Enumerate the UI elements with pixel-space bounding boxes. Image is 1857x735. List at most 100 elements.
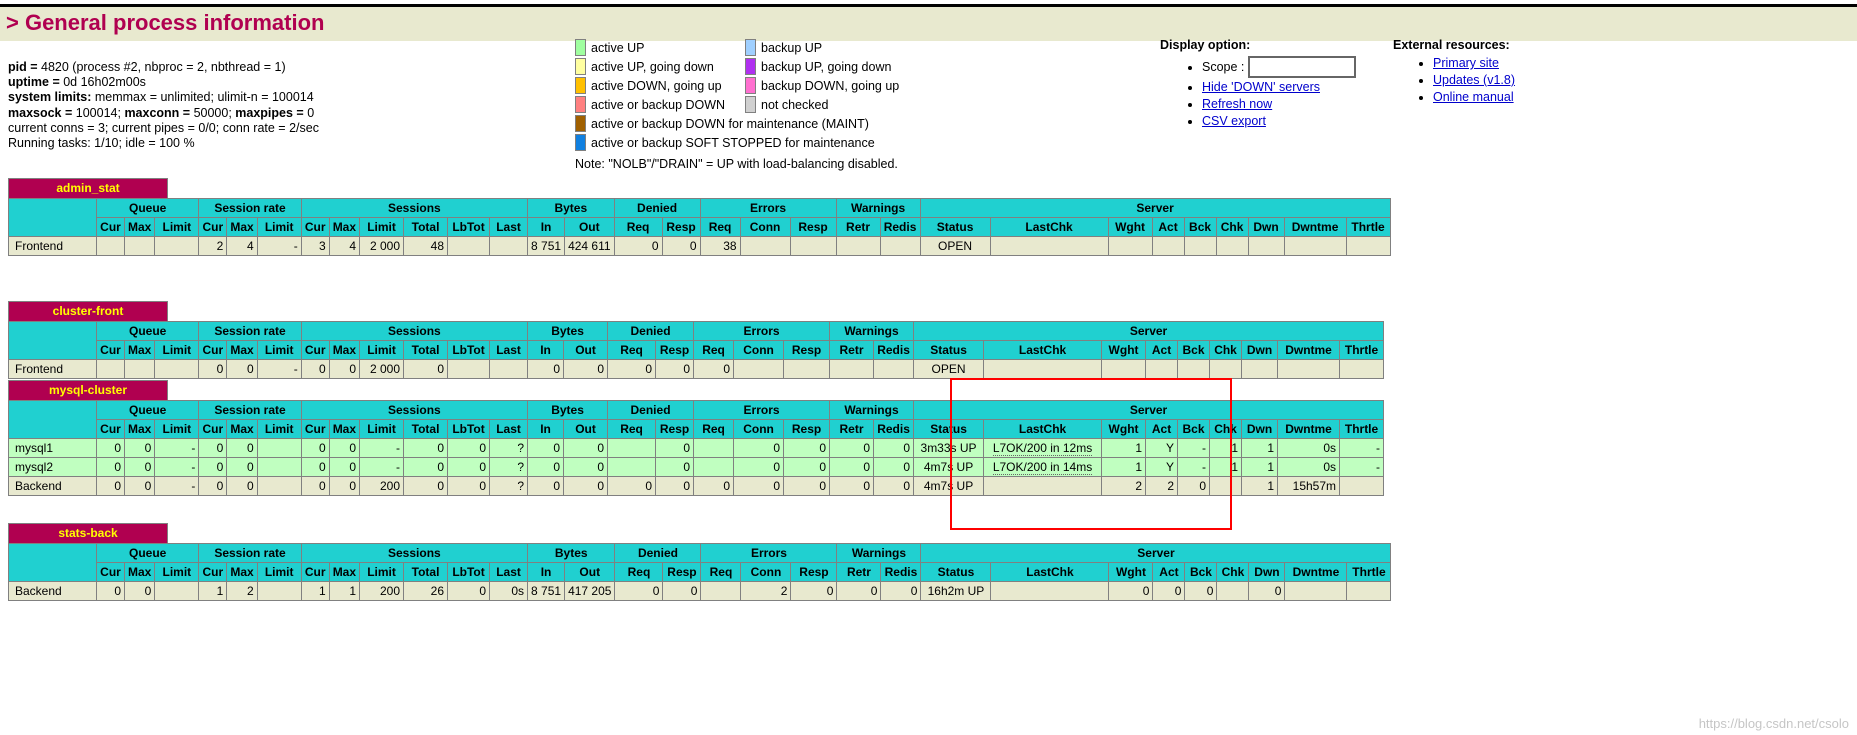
csv-export-item[interactable]: CSV export bbox=[1202, 113, 1356, 130]
column-header[interactable]: Status bbox=[920, 562, 992, 582]
column-header[interactable]: Limit bbox=[256, 562, 302, 582]
column-header[interactable]: Out bbox=[563, 340, 609, 360]
column-header[interactable]: Conn bbox=[739, 217, 791, 237]
column-header[interactable]: Retr bbox=[836, 562, 882, 582]
column-header[interactable]: Total bbox=[403, 562, 449, 582]
column-header[interactable]: Max bbox=[226, 562, 258, 582]
column-header[interactable]: Req bbox=[607, 340, 657, 360]
column-header[interactable]: Bck bbox=[1183, 217, 1217, 237]
column-header[interactable]: Resp bbox=[661, 217, 701, 237]
column-header[interactable]: Resp bbox=[783, 419, 831, 439]
column-header[interactable]: Max bbox=[226, 217, 258, 237]
table-row[interactable]: mysql2 0 0-0 0 0 0-0 0? 0 0 0 0 0 0 0 4m7s UP L7OK/200 … bbox=[8, 457, 1385, 477]
column-header[interactable]: Limit bbox=[256, 340, 302, 360]
primary-site-link[interactable]: Primary site bbox=[1433, 56, 1499, 70]
column-header[interactable]: Limit bbox=[256, 217, 302, 237]
column-header[interactable]: Cur bbox=[198, 562, 228, 582]
column-header[interactable]: Max bbox=[226, 340, 258, 360]
column-header[interactable]: Max bbox=[328, 419, 361, 439]
column-header[interactable]: Status bbox=[913, 340, 985, 360]
column-header[interactable]: Max bbox=[328, 340, 361, 360]
online-manual-item[interactable]: Online manual bbox=[1433, 89, 1515, 106]
updates-link[interactable]: Updates (v1.8) bbox=[1433, 73, 1515, 87]
column-header[interactable]: Cur bbox=[300, 340, 330, 360]
column-header[interactable]: Wght bbox=[1101, 340, 1147, 360]
scope-input[interactable] bbox=[1248, 56, 1357, 78]
primary-site-item[interactable]: Primary site bbox=[1433, 55, 1515, 72]
table-row[interactable]: Backend 0 0-0 0 0 0 200 0 0? 0 0 0 0 0 0 0 0 0 4m7s UP 2 2 0 1… bbox=[8, 476, 1385, 496]
column-header[interactable]: Retr bbox=[835, 217, 881, 237]
column-header[interactable]: In bbox=[527, 217, 566, 237]
column-header[interactable]: Limit bbox=[154, 217, 200, 237]
column-header[interactable]: Dwn bbox=[1241, 419, 1279, 439]
column-header[interactable]: Req bbox=[693, 419, 735, 439]
column-header[interactable]: LastChk bbox=[983, 340, 1103, 360]
column-header[interactable]: Last bbox=[489, 419, 529, 439]
column-header[interactable]: Wght bbox=[1107, 217, 1153, 237]
column-header[interactable]: Out bbox=[564, 217, 615, 237]
column-header[interactable]: Resp bbox=[655, 419, 695, 439]
column-header[interactable]: In bbox=[527, 419, 565, 439]
column-header[interactable]: Max bbox=[123, 340, 156, 360]
column-header[interactable]: Dwntme bbox=[1277, 340, 1341, 360]
column-header[interactable]: Status bbox=[913, 419, 985, 439]
column-header[interactable]: Limit bbox=[359, 419, 405, 439]
column-header[interactable]: Cur bbox=[96, 340, 125, 360]
column-header[interactable]: LbTot bbox=[447, 562, 491, 582]
column-header[interactable]: In bbox=[527, 562, 566, 582]
column-header[interactable]: Cur bbox=[96, 562, 125, 582]
column-header[interactable]: Limit bbox=[256, 419, 302, 439]
column-header[interactable]: Conn bbox=[733, 340, 785, 360]
proxy-name-admin_stat[interactable]: admin_stat bbox=[8, 178, 168, 198]
column-header[interactable]: Max bbox=[226, 419, 258, 439]
column-header[interactable]: Act bbox=[1145, 340, 1179, 360]
column-header[interactable]: Limit bbox=[359, 217, 405, 237]
column-header[interactable]: Retr bbox=[829, 419, 875, 439]
column-header[interactable]: Total bbox=[403, 419, 449, 439]
column-header[interactable]: Req bbox=[614, 562, 664, 582]
column-header[interactable]: Chk bbox=[1209, 419, 1243, 439]
refresh-now-item[interactable]: Refresh now bbox=[1202, 96, 1356, 113]
column-header[interactable]: Cur bbox=[300, 217, 330, 237]
hide-down-servers-item[interactable]: Hide 'DOWN' servers bbox=[1202, 79, 1356, 96]
column-header[interactable]: Max bbox=[123, 217, 156, 237]
column-header[interactable]: Resp bbox=[790, 562, 838, 582]
column-header[interactable]: Out bbox=[563, 419, 609, 439]
column-header[interactable]: Bck bbox=[1177, 340, 1211, 360]
table-row[interactable]: Backend 0 0 1 2 1 1 200 26 0 0s 8 751 417 205 0 0 2 0 0 0 1… bbox=[8, 581, 1392, 601]
column-header[interactable]: Resp bbox=[789, 217, 837, 237]
column-header[interactable]: Max bbox=[328, 562, 361, 582]
column-header[interactable]: Thrtle bbox=[1345, 217, 1391, 237]
column-header[interactable]: Limit bbox=[154, 419, 200, 439]
column-header[interactable]: Cur bbox=[198, 340, 228, 360]
column-header[interactable]: Cur bbox=[96, 419, 125, 439]
column-header[interactable]: Chk bbox=[1215, 217, 1249, 237]
column-header[interactable]: Limit bbox=[154, 562, 200, 582]
column-header[interactable]: Redis bbox=[873, 340, 915, 360]
column-header[interactable]: LbTot bbox=[447, 419, 491, 439]
column-header[interactable]: Max bbox=[123, 562, 156, 582]
column-header[interactable]: Cur bbox=[96, 217, 125, 237]
column-header[interactable]: Req bbox=[700, 562, 742, 582]
column-header[interactable]: Limit bbox=[359, 340, 405, 360]
column-header[interactable]: Chk bbox=[1216, 562, 1250, 582]
column-header[interactable]: Thrtle bbox=[1346, 562, 1392, 582]
column-header[interactable]: Req bbox=[613, 217, 663, 237]
column-header[interactable]: Dwn bbox=[1241, 340, 1279, 360]
column-header[interactable]: LbTot bbox=[447, 217, 491, 237]
column-header[interactable]: Chk bbox=[1209, 340, 1243, 360]
column-header[interactable]: Dwn bbox=[1247, 217, 1285, 237]
column-header[interactable]: Bck bbox=[1184, 562, 1218, 582]
column-header[interactable]: Req bbox=[607, 419, 657, 439]
column-header[interactable]: Req bbox=[693, 340, 735, 360]
online-manual-link[interactable]: Online manual bbox=[1433, 90, 1514, 104]
updates-item[interactable]: Updates (v1.8) bbox=[1433, 72, 1515, 89]
csv-export-link[interactable]: CSV export bbox=[1202, 114, 1266, 128]
column-header[interactable]: LbTot bbox=[447, 340, 491, 360]
column-header[interactable]: Dwn bbox=[1248, 562, 1286, 582]
column-header[interactable]: Thrtle bbox=[1339, 419, 1385, 439]
column-header[interactable]: Cur bbox=[300, 419, 330, 439]
column-header[interactable]: Retr bbox=[829, 340, 875, 360]
column-header[interactable]: Last bbox=[489, 562, 529, 582]
column-header[interactable]: Act bbox=[1151, 217, 1185, 237]
